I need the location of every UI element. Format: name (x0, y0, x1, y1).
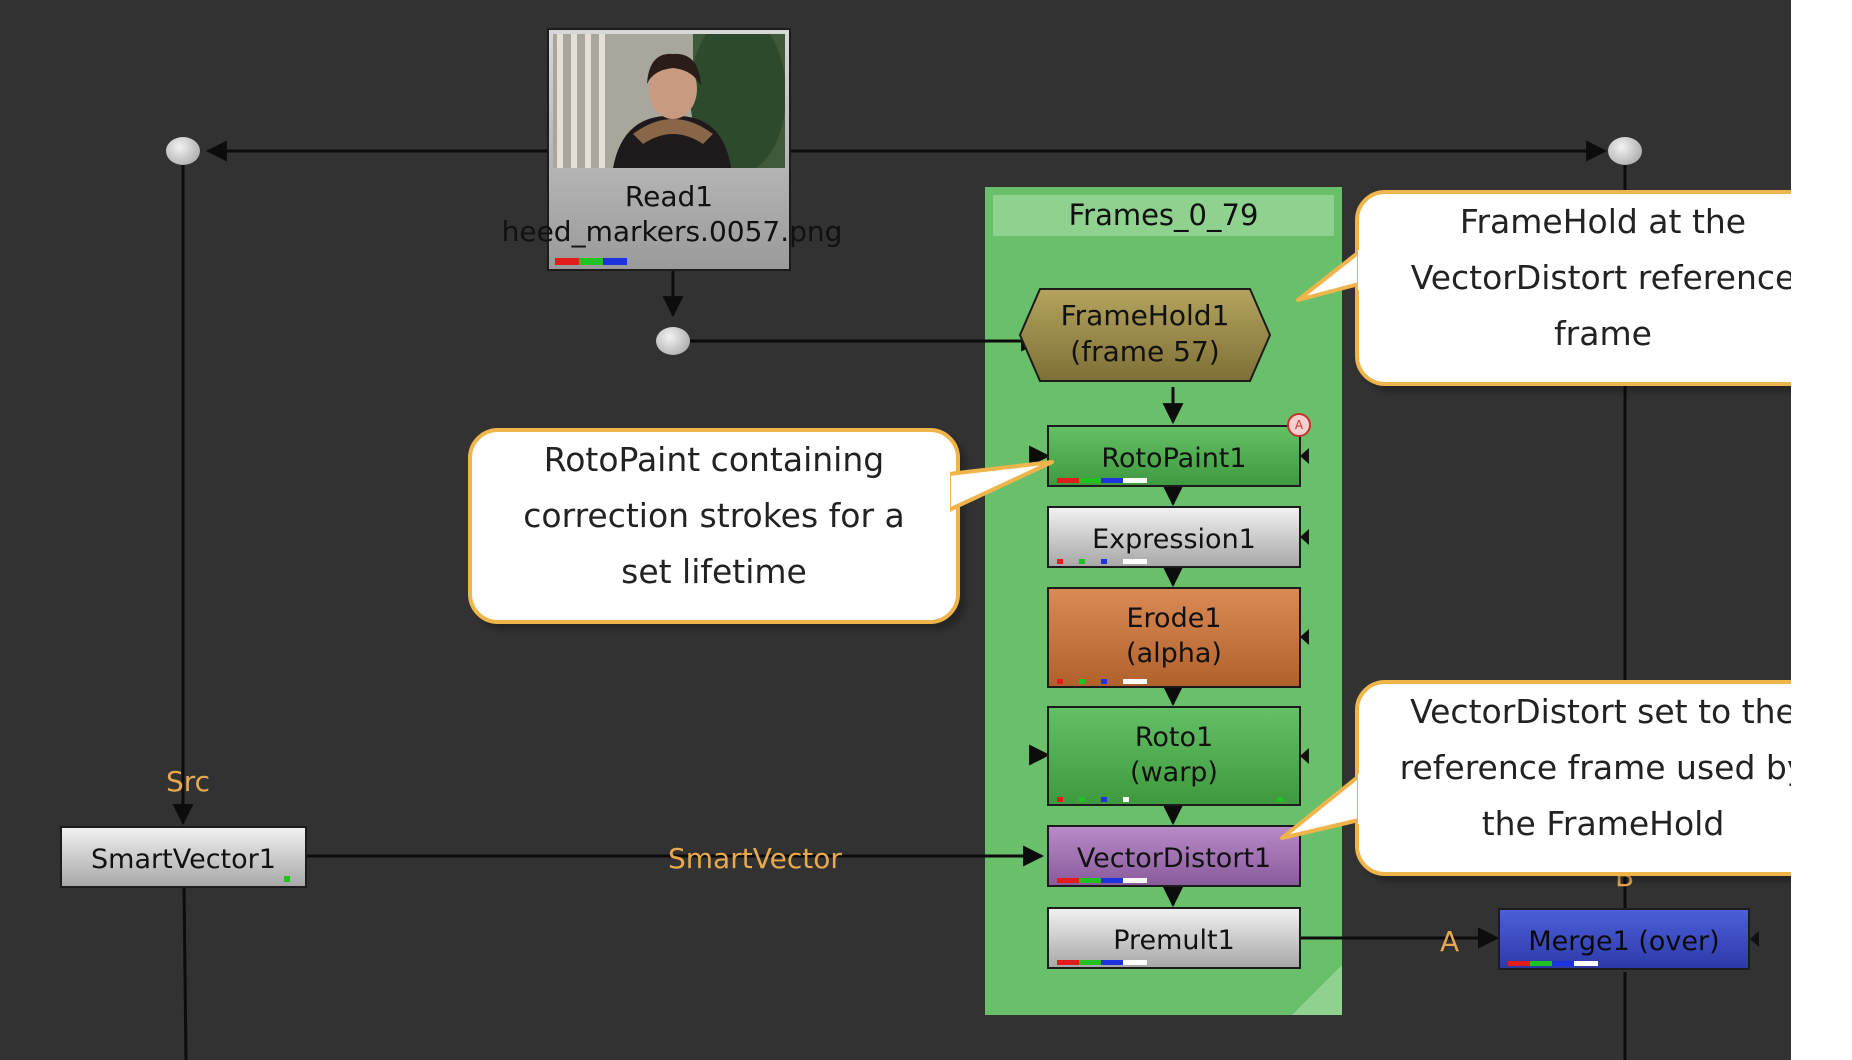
node-graph-canvas[interactable]: Frames_0_79 Read1 heed_markers.0057.png … (0, 0, 1791, 1060)
callout-pointers (942, 250, 1366, 840)
